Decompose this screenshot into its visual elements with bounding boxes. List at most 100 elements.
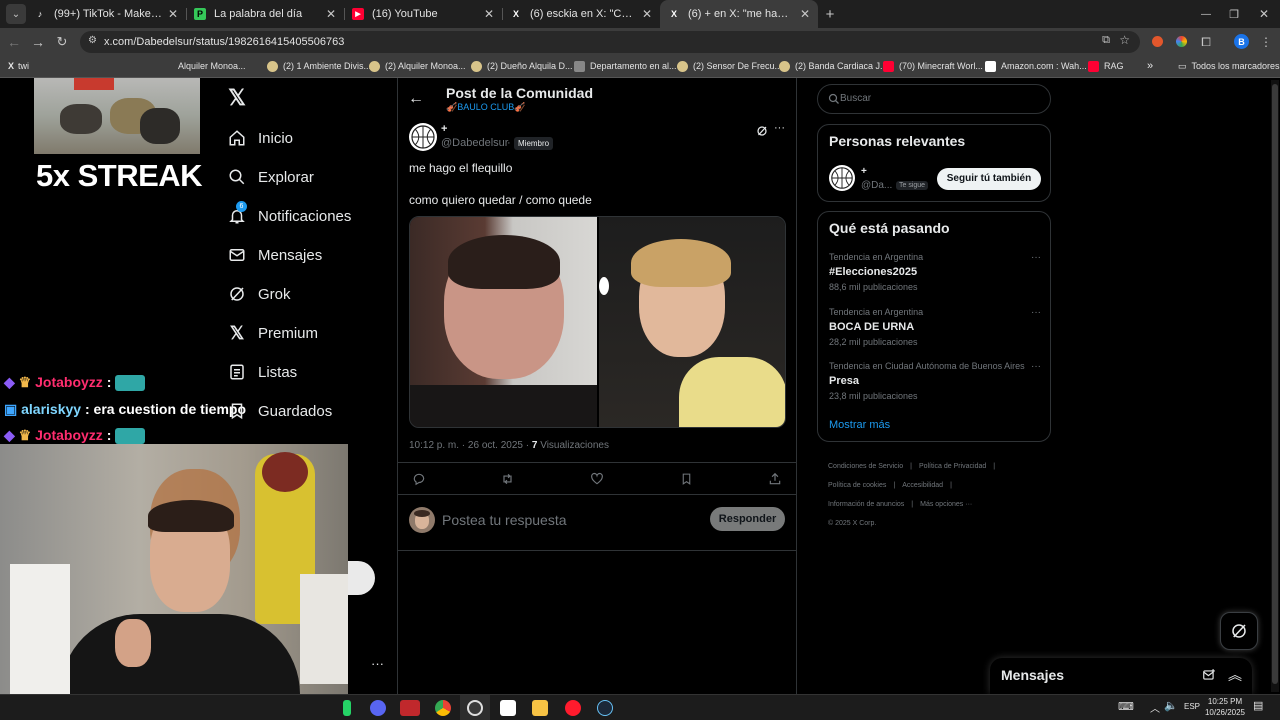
bookmark-item[interactable]: Alquiler Monoa... [178,56,246,76]
bookmark-item[interactable]: RAG [1088,56,1124,76]
media-image-right[interactable] [599,217,785,427]
bookmark-item[interactable]: Xtwi [8,56,29,76]
more-icon[interactable]: ··· [371,656,384,671]
browser-tab-youtube[interactable]: ▶ (16) YouTube ✕ [344,0,502,28]
post-media[interactable] [409,216,786,428]
nav-item-premium[interactable]: 𝕏 Premium [226,320,318,346]
like-icon[interactable] [590,472,604,491]
extensions-puzzle-icon[interactable]: ⧠ [1196,32,1216,52]
avatar[interactable] [409,123,437,151]
nav-item-mensajes[interactable]: Mensajes [226,242,322,268]
window-close-button[interactable]: ✕ [1254,4,1274,24]
scrollbar-thumb[interactable] [1272,84,1278,684]
repost-icon[interactable] [500,472,515,491]
more-options-icon[interactable]: ··· [1031,361,1041,372]
bookmark-item[interactable]: (2) Alquiler Monoa... [369,56,466,76]
forward-arrow-icon[interactable]: → [28,32,48,52]
close-icon[interactable]: ✕ [484,7,494,21]
footer-link-terms[interactable]: Condiciones de Servicio [828,463,903,470]
trend-item[interactable]: Tendencia en Ciudad Autónoma de Buenos A… [829,361,1041,401]
app-icon[interactable] [343,700,351,716]
nav-item-inicio[interactable]: Inicio [226,125,293,151]
grok-fab[interactable] [1220,612,1258,650]
extension-color-icon[interactable] [1176,36,1187,47]
floating-scroll-button[interactable] [348,561,375,595]
volume-icon[interactable]: 🔈 [1164,699,1178,712]
close-icon[interactable]: ✕ [326,7,336,21]
new-message-icon[interactable] [1202,668,1216,687]
extension-fox-icon[interactable] [1152,36,1163,47]
more-bookmarks-chevron-icon[interactable]: » [1147,56,1153,76]
author-handle[interactable]: @Dabedelsur [441,137,508,149]
close-icon[interactable]: ✕ [168,7,178,21]
install-app-icon[interactable]: ⧉ [1102,34,1110,47]
relevant-handle[interactable]: @Da... [861,180,892,191]
chevron-up-icon[interactable]: ︽ [1228,665,1242,685]
footer-link-privacy[interactable]: Política de Privacidad [919,463,986,470]
more-options-icon[interactable]: ··· [774,122,785,134]
relevant-name[interactable]: + [861,166,867,177]
follow-back-button[interactable]: Seguir tú también [937,168,1041,190]
notification-center-icon[interactable]: ▤ [1253,699,1263,712]
bookmark-icon[interactable] [680,472,693,491]
bookmark-item[interactable]: (70) Minecraft Worl... [883,56,983,76]
messages-drawer[interactable]: Mensajes ︽ [990,658,1252,694]
browser-tab-palabra[interactable]: P La palabra del día ✕ [186,0,344,28]
trend-item[interactable]: Tendencia en Argentina BOCA DE URNA 28,2… [829,307,1041,347]
avatar[interactable] [829,165,855,191]
reply-button[interactable]: Responder [710,507,785,531]
grok-icon[interactable] [756,124,768,142]
footer-link-ads[interactable]: Información de anuncios [828,501,904,508]
nav-item-explorar[interactable]: Explorar [226,164,314,190]
chrome-icon[interactable] [435,700,451,716]
show-more-link[interactable]: Mostrar más [829,419,890,431]
more-options-icon[interactable]: ··· [1031,252,1041,263]
new-tab-button[interactable]: + [820,4,840,24]
post-timestamp[interactable]: 10:12 p. m. · 26 oct. 2025 · [409,440,529,451]
close-icon[interactable]: ✕ [800,7,810,21]
author-name[interactable]: + [441,123,447,135]
footer-link-accessibility[interactable]: Accesibilidad [902,482,943,489]
reply-input[interactable]: Postea tu respuesta [442,512,702,528]
bookmark-item[interactable]: (2) Sensor De Frecu... [677,56,782,76]
browser-tab-x-esckia[interactable]: X (6) esckia en X: "Cooked https:/ ✕ [502,0,660,28]
capcut-icon[interactable] [500,700,516,716]
more-options-icon[interactable]: ··· [1031,307,1041,318]
x-logo-icon[interactable]: 𝕏 [226,86,248,110]
restore-button[interactable]: ❐ [1224,4,1244,24]
bookmark-item[interactable]: (2) 1 Ambiente Divis... [267,56,371,76]
close-icon[interactable]: ✕ [642,7,652,21]
clock[interactable]: 10:25 PM 10/26/2025 [1200,696,1250,718]
back-arrow-icon[interactable]: ← [4,32,24,52]
minimize-button[interactable]: — [1196,4,1216,24]
chevron-up-icon[interactable]: ︿ [1150,700,1160,715]
footer-link-more[interactable]: Más opciones ··· [920,501,972,508]
back-arrow-icon[interactable]: ← [408,90,424,108]
search-input[interactable]: Buscar [817,84,1051,114]
bookmark-item[interactable]: (2) Banda Cardiaca J... [779,56,888,76]
media-image-left[interactable] [410,217,597,427]
footer-link-cookies[interactable]: Política de cookies [828,482,886,489]
nav-item-grok[interactable]: Grok [226,281,291,307]
steam-icon[interactable] [597,700,613,716]
discord-icon[interactable] [370,700,386,716]
browser-menu-icon[interactable]: ⋮ [1256,32,1276,52]
opera-icon[interactable] [565,700,581,716]
tab-search-button[interactable]: ⌄ [6,4,26,24]
community-link[interactable]: 🎻BAULO CLUB🎻 [446,102,525,113]
site-info-icon[interactable]: ⚙ [88,35,97,46]
trend-item[interactable]: Tendencia en Argentina #Elecciones2025 8… [829,252,1041,292]
reply-icon[interactable] [412,472,426,491]
bookmark-item[interactable]: Amazon.com : Wah... [985,56,1087,76]
file-explorer-icon[interactable] [532,700,548,716]
all-bookmarks-folder[interactable]: ▭ Todos los marcadores [1178,56,1280,76]
nav-item-listas[interactable]: Listas [226,359,297,385]
language-indicator[interactable]: ESP [1184,702,1200,711]
voicemeeter-icon[interactable] [400,700,420,716]
reload-icon[interactable]: ↻ [52,32,72,52]
keyboard-icon[interactable]: ⌨ [1118,700,1134,713]
bookmark-item[interactable]: Departamento en al... [574,56,677,76]
bookmark-star-icon[interactable]: ☆ [1119,33,1130,47]
share-icon[interactable] [768,472,782,491]
address-bar[interactable]: ⚙ x.com/Dabedelsur/status/19826164154055… [80,31,1140,53]
